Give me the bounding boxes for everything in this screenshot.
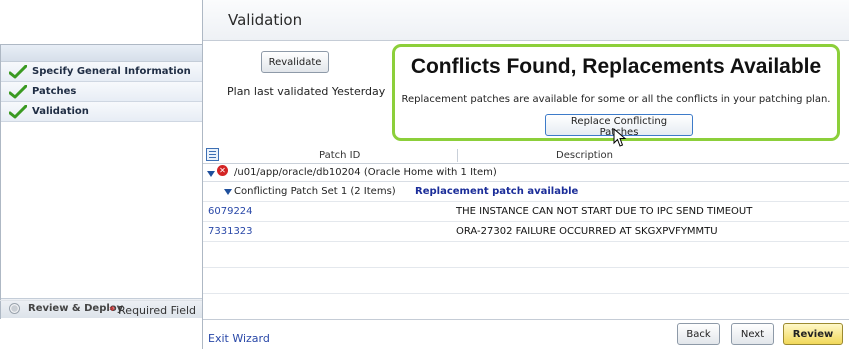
exit-wizard-link[interactable]: Exit Wizard [208,332,270,345]
conflict-title: Conflicts Found, Replacements Available [410,55,822,78]
patch-table: Patch ID Description ✕ /u01/app/oracle/d… [203,147,849,320]
column-header-description[interactable]: Description [556,150,613,161]
empty-row [203,294,849,320]
oracle-home-path: /u01/app/oracle/db10204 (Oracle Home wit… [234,167,497,178]
wizard-train: Specify General Information Patches Vali… [0,44,202,320]
empty-row [203,268,849,294]
step-specify-general-information[interactable]: Specify General Information [1,62,202,82]
back-button[interactable]: Back [677,323,720,345]
conflict-set-label: Conflicting Patch Set 1 (2 Items) [234,186,396,197]
table-row[interactable]: 7331323 ORA-27302 FAILURE OCCURRED AT SK… [203,222,849,242]
required-field-label: Required Field [118,304,196,317]
plan-validated-status: Plan last validated Yesterday [227,85,386,98]
empty-row [203,242,849,268]
conflict-panel: Conflicts Found, Replacements Available … [392,44,840,147]
required-field-legend: * Required Field [0,300,202,319]
patch-description: ORA-27302 FAILURE OCCURRED AT SKGXPVFYMM… [456,226,718,237]
step-label: Patches [32,86,77,97]
column-divider [457,149,458,162]
conflict-message: Replacement patches are available for so… [401,94,831,105]
column-header-patch-id[interactable]: Patch ID [319,150,360,161]
step-patches[interactable]: Patches [1,82,202,102]
review-button[interactable]: Review [783,323,843,345]
page-title: Validation [203,0,849,41]
step-label: Validation [32,106,89,117]
next-button[interactable]: Next [731,323,774,345]
step-validation[interactable]: Validation [1,102,202,122]
expand-triangle-icon[interactable] [207,171,215,177]
wizard-footer: Exit Wizard Back Next Review [203,319,849,349]
checkmark-icon [9,104,27,118]
oracle-home-row[interactable]: ✕ /u01/app/oracle/db10204 (Oracle Home w… [203,164,849,182]
error-icon: ✕ [217,165,228,176]
left-blank-area [0,0,202,44]
patch-id-link[interactable]: 6079224 [208,206,253,217]
table-row[interactable]: 6079224 THE INSTANCE CAN NOT START DUE T… [203,202,849,222]
validation-summary: Revalidate Plan last validated Yesterday… [203,41,849,147]
train-spacer [1,122,202,320]
replace-conflicting-patches-button[interactable]: Replace Conflicting Patches [545,114,693,138]
column-chooser-icon[interactable] [206,148,219,161]
left-bottom-blank [0,319,202,349]
expand-triangle-icon[interactable] [224,189,232,195]
conflict-set-row[interactable]: Conflicting Patch Set 1 (2 Items) Replac… [203,182,849,202]
required-asterisk-icon: * [109,304,116,317]
revalidate-button[interactable]: Revalidate [261,51,329,73]
main-panel: Validation Revalidate Plan last validate… [202,0,849,349]
table-header: Patch ID Description [203,147,849,164]
checkmark-icon [9,64,27,78]
replacement-available-note: Replacement patch available [415,186,579,197]
patch-id-link[interactable]: 7331323 [208,226,253,237]
train-header [1,45,202,62]
step-label: Specify General Information [32,66,191,77]
checkmark-icon [9,84,27,98]
patch-description: THE INSTANCE CAN NOT START DUE TO IPC SE… [456,206,753,217]
